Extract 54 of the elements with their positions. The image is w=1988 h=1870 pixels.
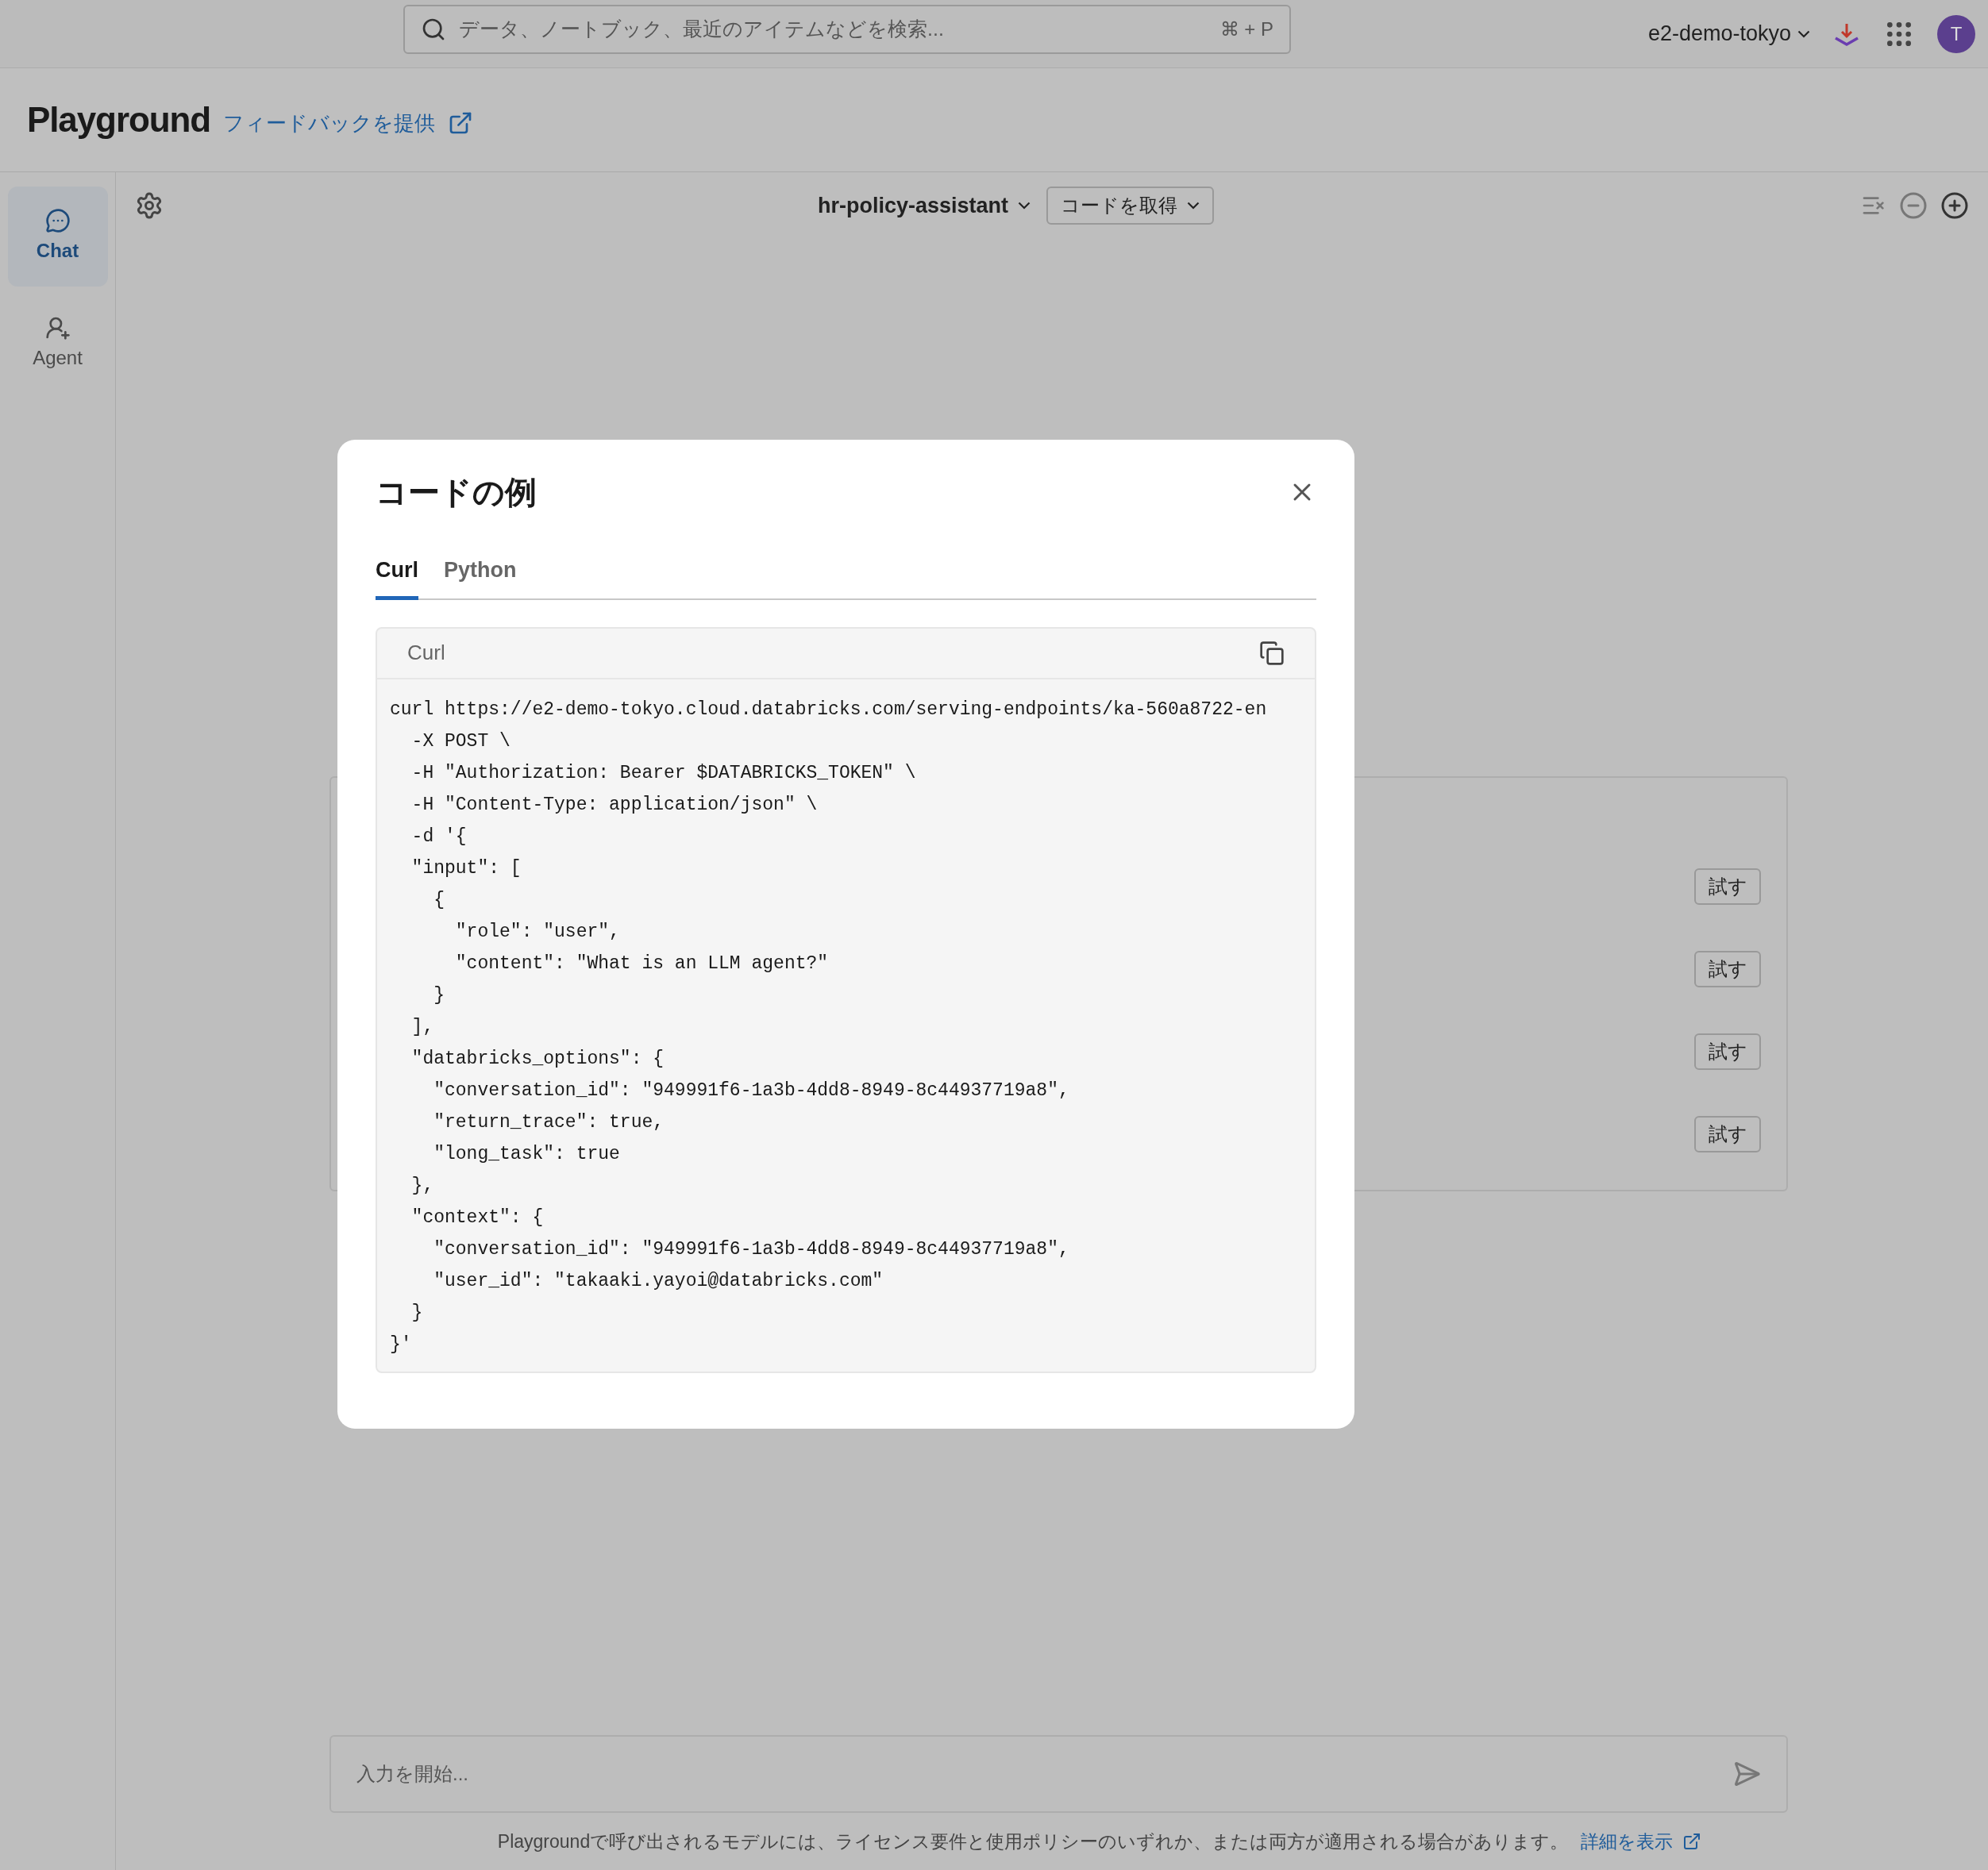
chat-placeholder: 入力を開始... <box>356 1762 469 1786</box>
code-line: "input": [ <box>410 856 522 880</box>
chevron-down-icon <box>1797 29 1810 38</box>
code-line: } <box>433 983 445 1007</box>
search-placeholder: データ、ノートブック、最近のアイテムなどを検索... <box>459 17 945 42</box>
code-line: -H "Authorization: Bearer $DATABRICKS_TOKEN" \ <box>410 761 916 785</box>
code-line: }, <box>410 1174 434 1198</box>
feedback-link[interactable]: フィードバックを提供 <box>223 107 474 139</box>
sidebar-tab[interactable]: Chat <box>7 187 108 287</box>
code-line: -d '{ <box>410 825 467 848</box>
search-icon <box>421 17 446 42</box>
try-button[interactable]: 試す <box>1694 1116 1761 1152</box>
code-line: ], <box>410 1015 434 1039</box>
sidebar-tab[interactable]: Agent <box>7 299 108 388</box>
code-line: "databricks_options": { <box>410 1047 665 1071</box>
code-tab[interactable]: Curl <box>376 554 418 600</box>
model-selector[interactable]: hr-policy-assistant <box>818 187 1031 225</box>
code-line: "long_task": true <box>433 1142 620 1166</box>
code-language-label: Curl <box>407 640 445 666</box>
settings-icon[interactable] <box>135 191 164 220</box>
search-field[interactable]: データ、ノートブック、最近のアイテムなどを検索... ⌘ + P <box>403 5 1291 54</box>
chevron-down-icon <box>1018 202 1031 210</box>
user-avatar[interactable]: T <box>1937 14 1975 53</box>
code-line: -H "Content-Type: application/json" \ <box>410 793 818 817</box>
try-button[interactable]: 試す <box>1694 868 1761 905</box>
try-button[interactable]: 試す <box>1694 951 1761 987</box>
details-link[interactable]: 詳細を表示 <box>1581 1827 1702 1856</box>
code-line: "role": "user", <box>454 920 620 944</box>
chat-bubble-icon <box>44 208 71 233</box>
try-button[interactable]: 試す <box>1694 1033 1761 1070</box>
code-line: "conversation_id": "949991f6-1a3b-4dd8-8949-8c44937719a8", <box>433 1237 1069 1261</box>
code-line: "return_trace": true, <box>433 1110 665 1134</box>
person-plus-icon <box>44 315 71 341</box>
code-line: -X POST \ <box>410 729 510 753</box>
workspace-selector[interactable]: e2-demo-tokyo <box>1647 17 1810 50</box>
get-code-button[interactable]: コードを取得 <box>1046 187 1215 225</box>
chat-input[interactable]: 入力を開始... <box>329 1735 1788 1813</box>
code-line: } <box>410 1301 423 1325</box>
page-title: Playground <box>27 99 211 140</box>
chevron-down-icon <box>1187 202 1200 210</box>
external-link-icon <box>1682 1832 1702 1851</box>
shortcut-hint: ⌘ + P <box>1219 17 1273 41</box>
code-line: "conversation_id": "949991f6-1a3b-4dd8-8949-8c44937719a8", <box>433 1079 1069 1102</box>
code-line: "content": "What is an LLM agent?" <box>454 952 829 975</box>
code-line: "user_id": "takaaki.yayoi@databricks.com" <box>433 1269 884 1293</box>
code-line: curl https://e2-demo-tokyo.cloud.databricks.com/serving-endpoints/ka-560a8722-en <box>390 698 1267 721</box>
plus-circle-icon[interactable] <box>1940 191 1969 220</box>
dialog-title: コードの例 <box>376 474 537 511</box>
code-line: }' <box>390 1333 412 1356</box>
disclaimer-text: Playgroundで呼び出されるモデルには、ライセンス要件と使用ポリシーのいずれか、または両方が適用される場合があります。 <box>497 1830 1569 1853</box>
code-tab[interactable]: Python <box>444 554 517 600</box>
code-line: { <box>433 888 445 912</box>
copy-icon[interactable] <box>1259 640 1285 666</box>
code-line: "context": { <box>410 1206 544 1229</box>
